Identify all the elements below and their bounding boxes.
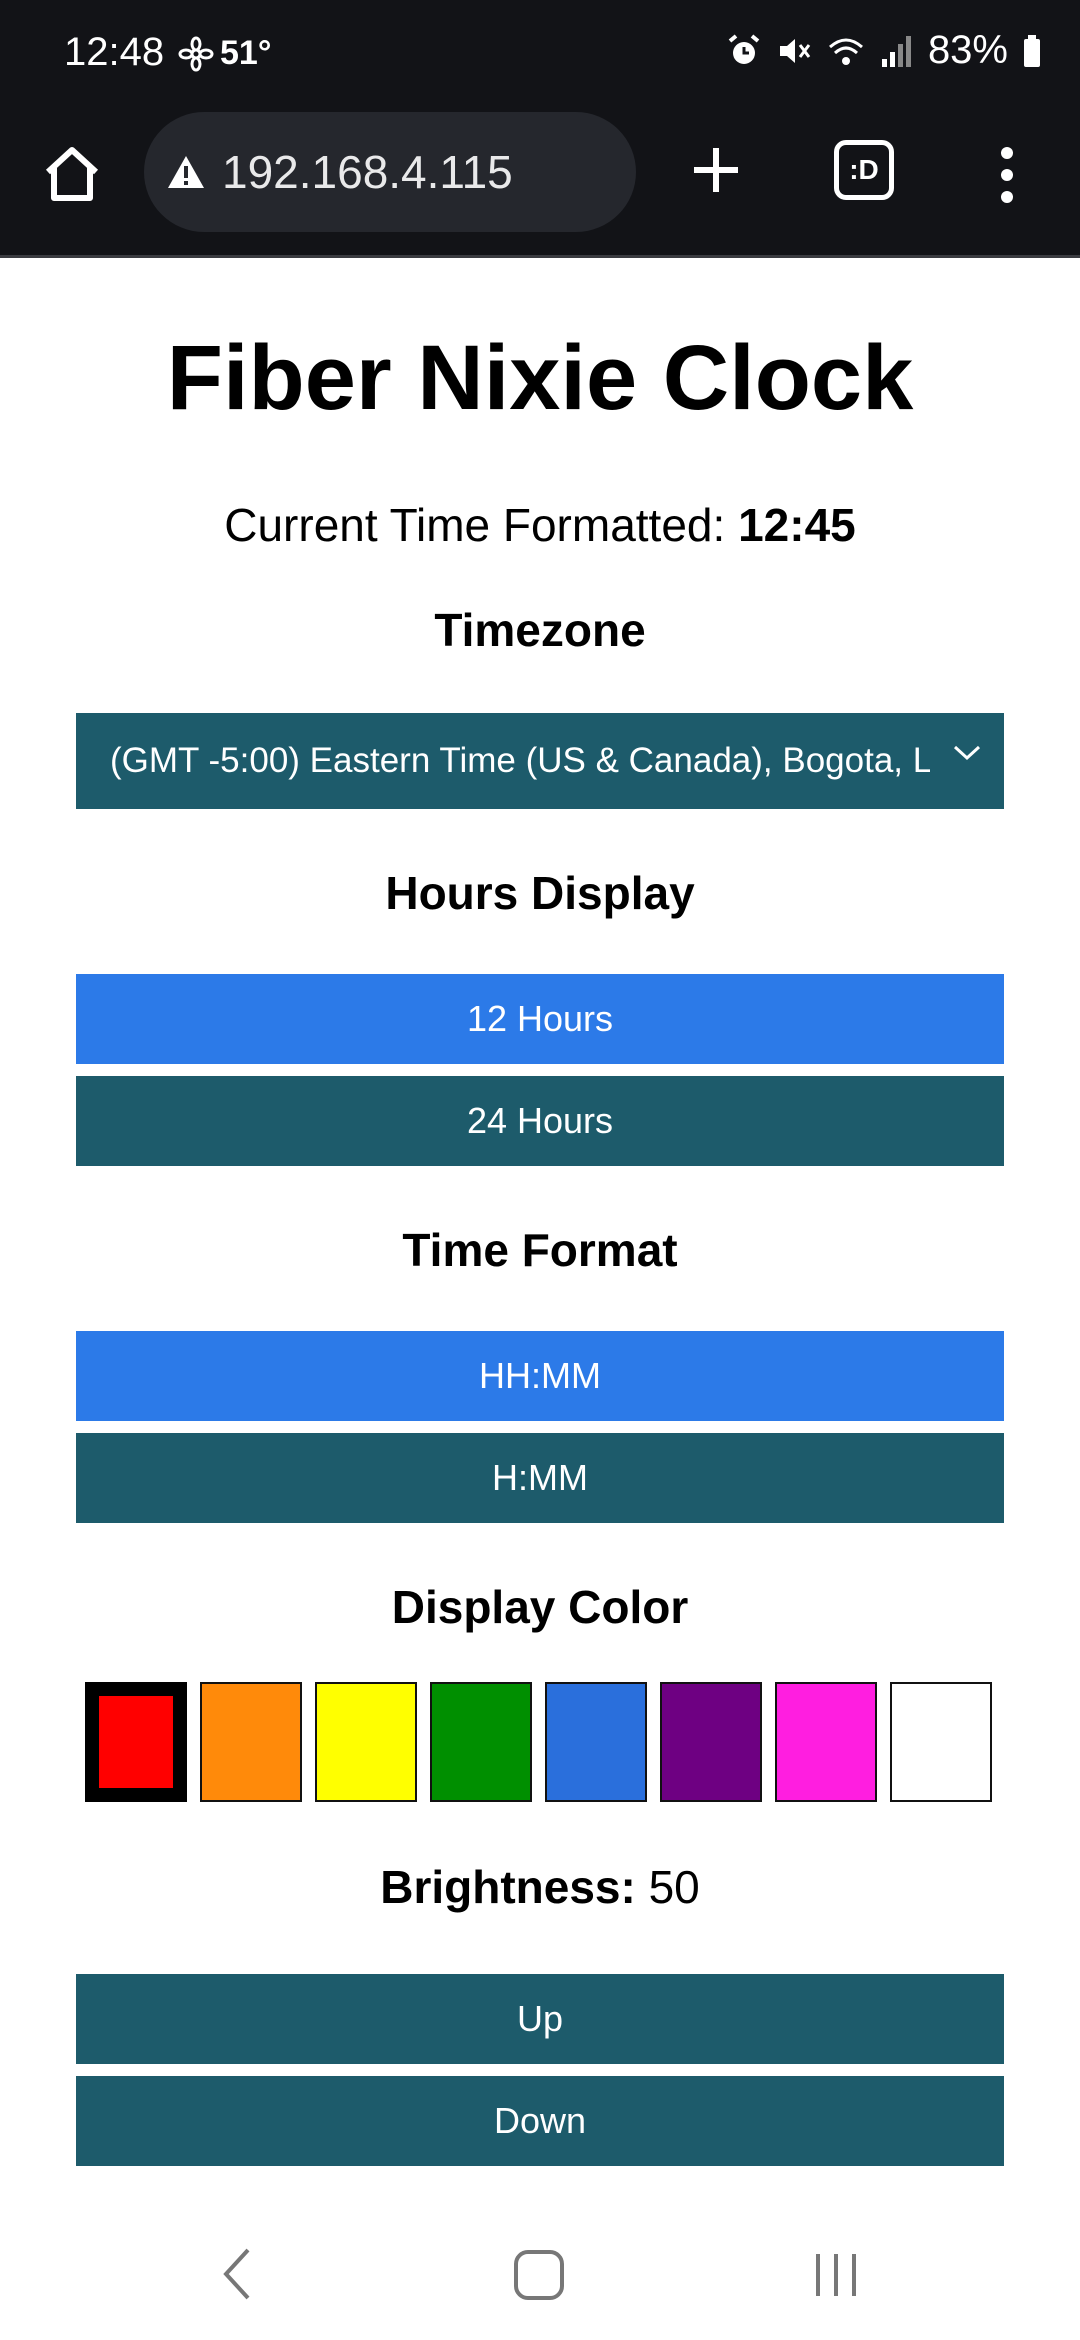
brightness-down-button[interactable]: Down — [76, 2076, 1004, 2166]
warning-icon[interactable] — [166, 154, 206, 190]
color-swatch-red[interactable] — [85, 1682, 187, 1802]
chevron-down-icon — [953, 745, 981, 761]
new-tab-icon[interactable] — [684, 138, 748, 202]
color-swatch-green[interactable] — [430, 1682, 532, 1802]
hours-24-button[interactable]: 24 Hours — [76, 1076, 1004, 1166]
time-format-heading: Time Format — [402, 1224, 678, 1276]
weather-indicator: 51° — [178, 34, 271, 73]
hours-display-heading: Hours Display — [385, 867, 695, 919]
temperature-text: 51° — [220, 34, 272, 72]
color-swatch-magenta[interactable] — [775, 1682, 877, 1802]
color-swatch-white[interactable] — [890, 1682, 992, 1802]
back-icon[interactable] — [216, 2244, 256, 2304]
current-time-label: Current Time Formatted: — [224, 499, 726, 551]
current-time: Current Time Formatted: 12:45 — [0, 498, 1080, 552]
brightness-value: 50 — [648, 1861, 700, 1913]
page-title: Fiber Nixie Clock — [166, 327, 914, 429]
address-bar[interactable]: 192.168.4.115 — [144, 112, 636, 232]
browser-toolbar: 192.168.4.115 :D — [0, 112, 1080, 258]
format-hhmm-button[interactable]: HH:MM — [76, 1331, 1004, 1421]
tab-switcher-button[interactable]: :D — [834, 140, 894, 200]
color-swatch-purple[interactable] — [660, 1682, 762, 1802]
brightness-label: Brightness: — [380, 1861, 636, 1913]
hours-12-button[interactable]: 12 Hours — [76, 974, 1004, 1064]
page-content: Fiber Nixie Clock Current Time Formatted… — [0, 258, 1080, 2208]
home-icon[interactable] — [40, 142, 104, 206]
status-icons: 83% — [726, 28, 1042, 73]
status-time: 12:48 — [64, 30, 165, 74]
current-time-value: 12:45 — [738, 499, 856, 551]
timezone-selected-value: (GMT -5:00) Eastern Time (US & Canada), … — [110, 741, 930, 780]
more-menu-icon[interactable] — [990, 146, 1024, 204]
signal-icon — [881, 35, 911, 67]
battery-icon — [1024, 34, 1040, 67]
color-swatch-yellow[interactable] — [315, 1682, 417, 1802]
wifi-icon — [828, 38, 863, 65]
fan-icon — [178, 36, 214, 71]
format-hmm-button[interactable]: H:MM — [76, 1433, 1004, 1523]
timezone-heading: Timezone — [434, 604, 646, 656]
timezone-select[interactable]: (GMT -5:00) Eastern Time (US & Canada), … — [76, 713, 1004, 809]
tab-switcher-label: :D — [849, 154, 879, 185]
brightness-up-button[interactable]: Up — [76, 1974, 1004, 2064]
display-color-heading: Display Color — [391, 1581, 689, 1633]
home-nav-icon[interactable] — [510, 2244, 570, 2304]
color-swatch-blue[interactable] — [545, 1682, 647, 1802]
brightness-readout: Brightness: 50 — [0, 1860, 1080, 1914]
alarm-icon — [728, 33, 760, 64]
system-nav-bar — [0, 2208, 1080, 2340]
status-bar: 12:48 51° 83% — [0, 0, 1080, 112]
battery-text: 83% — [927, 28, 1008, 72]
recents-icon[interactable] — [812, 2244, 862, 2304]
url-text[interactable]: 192.168.4.115 — [222, 145, 513, 199]
color-swatch-orange[interactable] — [200, 1682, 302, 1802]
mute-icon — [779, 38, 811, 63]
color-swatches — [85, 1682, 992, 1802]
